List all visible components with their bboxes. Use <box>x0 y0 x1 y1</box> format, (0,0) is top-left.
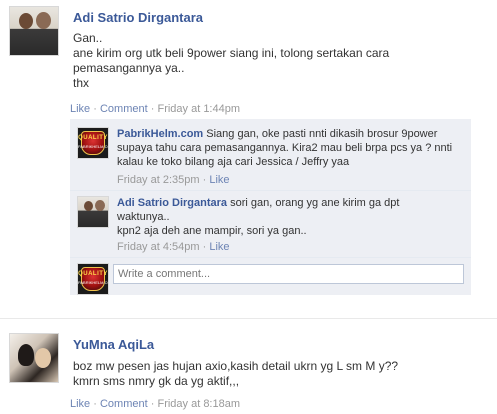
like-link[interactable]: Like <box>70 103 90 115</box>
comment-text: PabrikHelm.com Siang gan, oke pasti nnti… <box>117 127 467 169</box>
page-logo-avatar: QUALITY PABRIKHELM.COM <box>77 263 109 295</box>
logo-text: QUALITY <box>78 271 108 277</box>
comment-link[interactable]: Comment <box>100 398 148 410</box>
avatar[interactable] <box>9 6 59 56</box>
timestamp: Friday at 8:18am <box>157 398 241 410</box>
timestamp: Friday at 2:35pm <box>117 174 200 186</box>
post-actions: Like · Comment · Friday at 1:44pm <box>70 103 240 115</box>
comment-meta: Friday at 4:54pm · Like <box>117 241 230 253</box>
comment-text: Adi Satrio Dirgantara sori gan, orang yg… <box>117 196 467 238</box>
comment-author[interactable]: PabrikHelm.com <box>117 128 203 140</box>
post-separator <box>0 318 497 319</box>
comment-line: supaya tahu cara pemasangannya. Kira2 ma… <box>117 142 453 154</box>
timestamp: Friday at 4:54pm <box>117 241 200 253</box>
post-line: thx <box>73 76 90 90</box>
write-comment-input[interactable]: Write a comment... <box>113 264 464 284</box>
page-logo-avatar[interactable]: QUALITY PABRIKHELM.COM <box>77 127 109 159</box>
separator: · <box>93 398 97 410</box>
post-message: Gan.. ane kirim org utk beli 9power sian… <box>73 31 389 91</box>
post-line: kmrn sms nmry gk da yg aktif,,, <box>73 374 240 388</box>
like-link[interactable]: Like <box>70 398 90 410</box>
like-link[interactable]: Like <box>209 241 229 253</box>
comment-link[interactable]: Comment <box>100 103 148 115</box>
timestamp: Friday at 1:44pm <box>157 103 241 115</box>
divider <box>70 190 471 191</box>
post-line: Gan.. <box>73 31 103 45</box>
post-line: boz mw pesen jas hujan axio,kasih detail… <box>73 359 399 373</box>
post-line: ane kirim org utk beli 9power siang ini,… <box>73 46 390 60</box>
comment-line: kpn2 aja deh ane mampir, sori ya gan.. <box>117 225 307 237</box>
separator: · <box>93 103 97 115</box>
comment-line: sori gan, orang yg ane kirim ga dpt <box>230 197 400 209</box>
separator: · <box>202 241 207 253</box>
divider <box>70 257 471 258</box>
separator: · <box>150 398 155 410</box>
author-name[interactable]: YuMna AqiLa <box>73 337 154 352</box>
comment-line: Siang gan, oke pasti nnti dikasih brosur… <box>206 128 438 140</box>
avatar[interactable] <box>77 196 109 228</box>
like-link[interactable]: Like <box>209 174 229 186</box>
post-message: boz mw pesen jas hujan axio,kasih detail… <box>73 359 398 389</box>
separator: · <box>202 174 207 186</box>
post-line: pemasangannya ya.. <box>73 61 185 75</box>
comment-line: waktunya.. <box>117 211 170 223</box>
separator: · <box>150 103 155 115</box>
avatar[interactable] <box>9 333 59 383</box>
comment-meta: Friday at 2:35pm · Like <box>117 174 230 186</box>
post-actions: Like · Comment · Friday at 8:18am <box>70 398 240 410</box>
comment-author[interactable]: Adi Satrio Dirgantara <box>117 197 227 209</box>
comment-line: kalau ke toko bilang aja cari Jessica / … <box>117 156 350 168</box>
logo-subtext: PABRIKHELM.COM <box>78 280 108 285</box>
author-name[interactable]: Adi Satrio Dirgantara <box>73 10 203 25</box>
logo-subtext: PABRIKHELM.COM <box>78 144 108 149</box>
logo-text: QUALITY <box>78 135 108 141</box>
